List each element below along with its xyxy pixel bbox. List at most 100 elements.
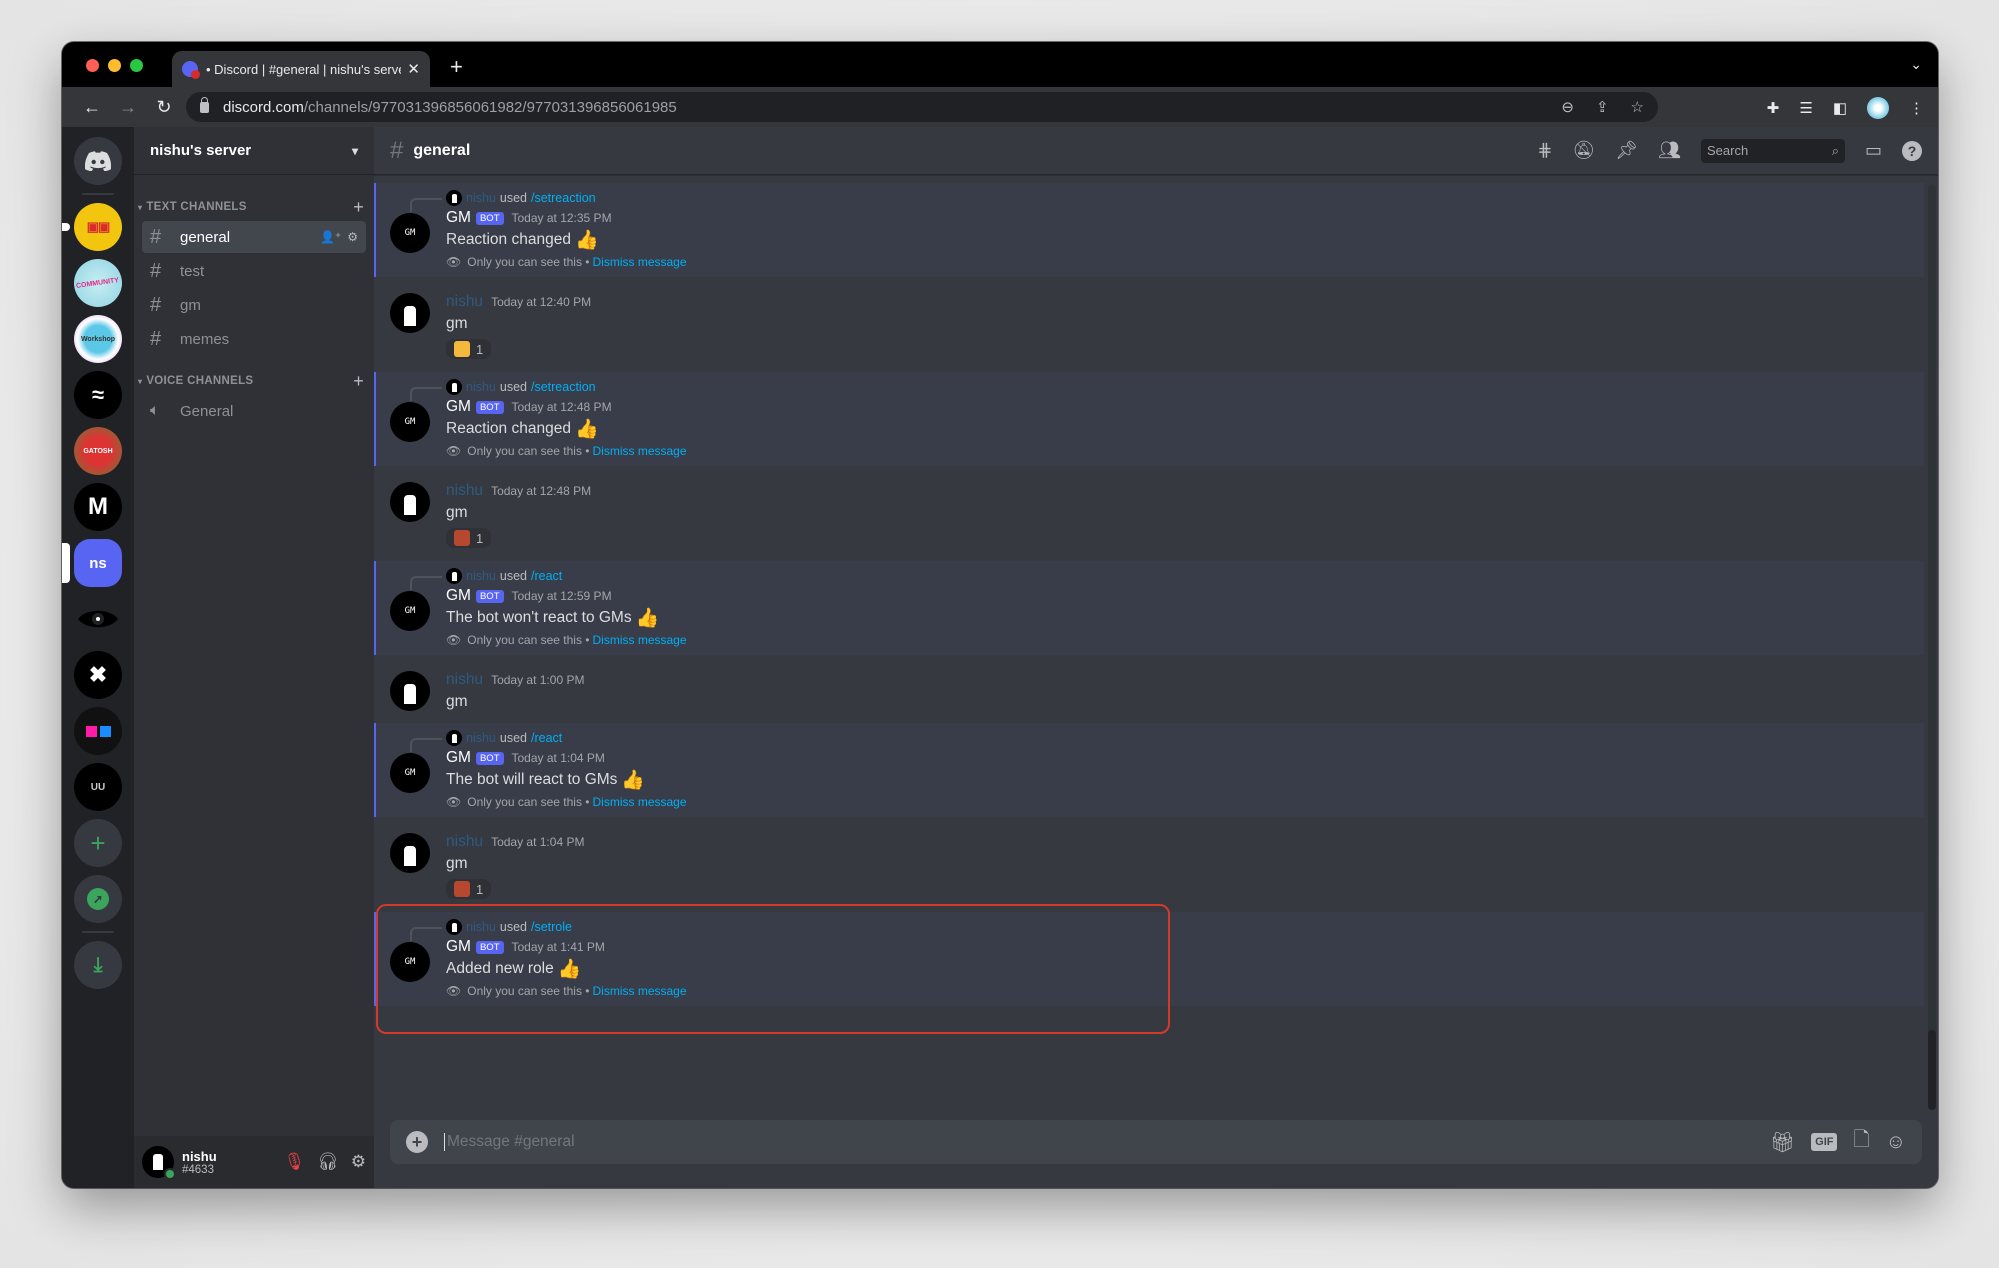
explore-servers-button[interactable]: ➚ [74, 875, 122, 923]
invoker-name[interactable]: nishu [466, 731, 496, 745]
close-tab-icon[interactable]: ✕ [407, 60, 420, 78]
sticker-icon[interactable]: 🗋 [1853, 1125, 1869, 1159]
invoker-name[interactable]: nishu [466, 569, 496, 583]
add-server-button[interactable]: + [74, 819, 122, 867]
slash-command-link[interactable]: /setreaction [531, 191, 596, 205]
settings-gear-icon[interactable]: ⚙ [347, 230, 358, 244]
category-voice-channels[interactable]: ▾ VOICE CHANNELS + [134, 369, 374, 393]
message-input[interactable] [444, 1133, 1770, 1151]
bookmark-star-icon[interactable]: ☆ [1631, 98, 1644, 116]
bot-avatar[interactable]: GM [390, 942, 430, 982]
lock-icon[interactable] [200, 96, 209, 113]
invoker-avatar[interactable] [446, 379, 462, 395]
dismiss-message-link[interactable]: Dismiss message [593, 444, 687, 458]
dismiss-message-link[interactable]: Dismiss message [593, 255, 687, 269]
scrollbar[interactable] [1928, 185, 1936, 1110]
user-avatar[interactable] [390, 833, 430, 873]
member-list-icon[interactable]: 👥︎ [1658, 140, 1681, 161]
extensions-puzzle-icon[interactable]: ✚ [1767, 99, 1780, 117]
channel-general[interactable]: # general 👤⁺ ⚙ [142, 221, 366, 253]
category-text-channels[interactable]: ▾ TEXT CHANNELS + [134, 195, 374, 219]
dismiss-message-link[interactable]: Dismiss message [593, 795, 687, 809]
gif-button[interactable]: GIF [1811, 1133, 1838, 1151]
bot-avatar[interactable]: GM [390, 591, 430, 631]
reaction-button[interactable]: 1 [446, 339, 492, 359]
upload-plus-button[interactable]: + [406, 1131, 428, 1153]
tab-search-chevron-icon[interactable]: ⌄ [1910, 56, 1922, 73]
author-name[interactable]: nishu [446, 833, 483, 851]
help-icon[interactable]: ? [1902, 140, 1922, 161]
invoker-avatar[interactable] [446, 730, 462, 746]
server-ns[interactable]: ns [62, 539, 122, 587]
invoker-avatar[interactable] [446, 190, 462, 206]
bot-avatar[interactable]: GM [390, 213, 430, 253]
invite-icon[interactable]: 👤⁺ [320, 230, 341, 244]
reload-button[interactable]: ↻ [146, 97, 182, 118]
share-icon[interactable]: ⇪ [1596, 98, 1609, 116]
pin-icon[interactable]: 📌︎ [1615, 140, 1638, 161]
invoker-avatar[interactable] [446, 568, 462, 584]
minimize-window-button[interactable] [108, 59, 121, 72]
close-window-button[interactable] [86, 59, 99, 72]
maximize-window-button[interactable] [130, 59, 143, 72]
slash-command-link[interactable]: /setreaction [531, 380, 596, 394]
dismiss-message-link[interactable]: Dismiss message [593, 633, 687, 647]
inbox-icon[interactable]: ▭ [1865, 140, 1882, 161]
server-header[interactable]: nishu's server ▾ [134, 127, 374, 175]
slash-command-link[interactable]: /setrole [531, 920, 572, 934]
home-button[interactable] [74, 137, 122, 185]
back-button[interactable]: ← [74, 97, 110, 118]
address-bar[interactable]: discord.com/channels/977031396856061982/… [186, 92, 1658, 122]
browser-tab-discord[interactable]: • Discord | #general | nishu's server ✕ [172, 51, 430, 87]
user-avatar[interactable] [390, 482, 430, 522]
reaction-button[interactable]: 1 [446, 879, 492, 899]
emoji-picker-icon[interactable]: ☺ [1886, 1131, 1906, 1154]
zoom-out-icon[interactable]: ⊖ [1561, 98, 1574, 116]
forward-button[interactable]: → [110, 97, 146, 118]
author-name[interactable]: nishu [446, 482, 483, 500]
server-yellow-glasses[interactable]: ▣▣ [62, 203, 122, 251]
invoker-name[interactable]: nishu [466, 920, 496, 934]
server-uu[interactable]: UU [74, 763, 122, 811]
user-info[interactable]: nishu #4633 [182, 1149, 284, 1176]
browser-menu-icon[interactable]: ⋮ [1909, 99, 1924, 117]
reading-list-icon[interactable]: ☰ [1799, 99, 1812, 117]
notification-bell-muted-icon[interactable]: 🔕︎ [1572, 140, 1595, 161]
user-avatar[interactable] [390, 671, 430, 711]
scrollbar-thumb[interactable] [1928, 1030, 1936, 1110]
gift-icon[interactable]: 🎁︎ [1770, 1130, 1795, 1155]
download-apps-button[interactable]: ⤓ [74, 941, 122, 989]
server-x[interactable]: ✖ [74, 651, 122, 699]
author-name[interactable]: GM [446, 938, 471, 956]
slash-command-link[interactable]: /react [531, 569, 562, 583]
create-voice-channel-button[interactable]: + [353, 371, 364, 392]
user-settings-gear-icon[interactable]: ⚙ [351, 1152, 366, 1172]
voice-channel-general[interactable]: 🔈︎ General [142, 395, 366, 427]
bot-avatar[interactable]: GM [390, 753, 430, 793]
headphones-icon[interactable]: 🎧︎ [317, 1152, 339, 1172]
side-panel-icon[interactable]: ◧ [1833, 99, 1847, 117]
invoker-avatar[interactable] [446, 919, 462, 935]
server-red-badge[interactable]: GATOSH [74, 427, 122, 475]
channel-memes[interactable]: # memes [142, 323, 366, 355]
threads-icon[interactable]: ⋕ [1537, 140, 1552, 161]
server-m[interactable]: M [74, 483, 122, 531]
server-squares[interactable] [74, 707, 122, 755]
channel-test[interactable]: # test [142, 255, 366, 287]
author-name[interactable]: GM [446, 587, 471, 605]
server-workshop[interactable]: Workshop [74, 315, 122, 363]
author-name[interactable]: nishu [446, 293, 483, 311]
invoker-name[interactable]: nishu [466, 191, 496, 205]
author-name[interactable]: GM [446, 749, 471, 767]
author-name[interactable]: nishu [446, 671, 483, 689]
bot-avatar[interactable]: GM [390, 402, 430, 442]
server-eye[interactable] [74, 595, 122, 643]
search-input[interactable]: Search ⌕ [1700, 138, 1845, 163]
muted-mic-icon[interactable]: 🎙︎ [284, 1152, 306, 1172]
server-community-management[interactable]: COMMUNITY [74, 259, 122, 307]
invoker-name[interactable]: nishu [466, 380, 496, 394]
reaction-button[interactable]: 1 [446, 528, 492, 548]
author-name[interactable]: GM [446, 398, 471, 416]
user-avatar[interactable] [390, 293, 430, 333]
slash-command-link[interactable]: /react [531, 731, 562, 745]
